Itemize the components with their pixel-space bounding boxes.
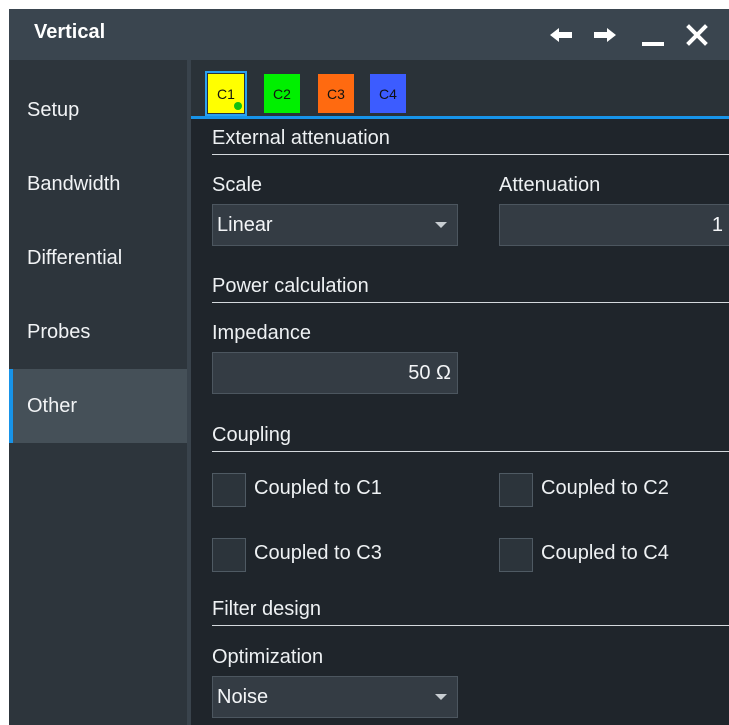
section-filter-design: Filter design — [212, 598, 321, 620]
vertical-dialog: Vertical Setup Bandwidth Differential Pr… — [9, 9, 729, 725]
scale-dropdown[interactable]: Linear — [212, 204, 458, 246]
tab-label: C1 — [217, 85, 235, 102]
sidebar-item-probes[interactable]: Probes — [9, 295, 187, 369]
tab-c3[interactable]: C3 — [318, 74, 354, 113]
attenuation-field[interactable]: 1 — [499, 204, 729, 246]
attenuation-label: Attenuation — [499, 174, 601, 196]
impedance-field[interactable]: 50 Ω — [212, 352, 458, 394]
scale-value: Linear — [217, 213, 273, 236]
impedance-label: Impedance — [212, 322, 311, 344]
coupled-to-c2-label[interactable]: Coupled to C2 — [541, 477, 669, 500]
chevron-down-icon — [435, 222, 447, 228]
impedance-value: 50 Ω — [408, 361, 451, 384]
sidebar-item-bandwidth[interactable]: Bandwidth — [9, 147, 187, 221]
dialog-title: Vertical — [34, 21, 106, 43]
sidebar-item-label: Probes — [27, 320, 91, 343]
tab-label: C3 — [327, 85, 345, 102]
minimize-icon[interactable] — [638, 22, 668, 48]
tab-underline — [191, 116, 729, 119]
optimization-value: Noise — [217, 685, 269, 708]
forward-arrow-icon[interactable] — [590, 22, 620, 48]
section-external-attenuation: External attenuation — [212, 127, 390, 149]
sidebar-item-differential[interactable]: Differential — [9, 221, 187, 295]
coupled-to-c4-checkbox[interactable] — [499, 538, 533, 572]
sidebar-item-label: Differential — [27, 246, 123, 269]
section-divider — [212, 451, 729, 452]
sidebar: Setup Bandwidth Differential Probes Othe… — [9, 60, 187, 725]
tab-c1[interactable]: C1 — [205, 71, 247, 116]
coupled-to-c4-label[interactable]: Coupled to C4 — [541, 542, 669, 565]
optimization-label: Optimization — [212, 646, 324, 668]
section-divider — [212, 625, 729, 626]
sidebar-item-label: Setup — [27, 98, 80, 121]
content-panel: C1 C2 C3 C4 External attenuation Scale A… — [191, 60, 729, 725]
tab-label: C2 — [273, 85, 291, 102]
coupled-to-c1-checkbox[interactable] — [212, 473, 246, 507]
sidebar-item-other[interactable]: Other — [9, 369, 187, 443]
tab-c2[interactable]: C2 — [264, 74, 300, 113]
sidebar-item-setup[interactable]: Setup — [9, 73, 187, 147]
coupled-to-c3-checkbox[interactable] — [212, 538, 246, 572]
section-divider — [212, 302, 729, 303]
section-divider — [212, 154, 729, 155]
section-coupling: Coupling — [212, 424, 291, 446]
back-arrow-icon[interactable] — [546, 22, 576, 48]
optimization-dropdown[interactable]: Noise — [212, 676, 458, 718]
coupled-to-c2-checkbox[interactable] — [499, 473, 533, 507]
coupled-to-c1-label[interactable]: Coupled to C1 — [254, 477, 382, 500]
sidebar-item-label: Other — [27, 394, 78, 417]
sidebar-item-label: Bandwidth — [27, 172, 121, 195]
title-bar: Vertical — [9, 9, 729, 60]
close-icon[interactable] — [682, 22, 712, 48]
coupled-to-c3-label[interactable]: Coupled to C3 — [254, 542, 382, 565]
scale-label: Scale — [212, 174, 263, 196]
section-power-calculation: Power calculation — [212, 275, 369, 297]
tab-label: C4 — [379, 85, 397, 102]
attenuation-value: 1 — [711, 213, 723, 236]
chevron-down-icon — [435, 694, 447, 700]
active-indicator-icon — [234, 102, 242, 110]
tab-c4[interactable]: C4 — [370, 74, 406, 113]
channel-tab-bar: C1 C2 C3 C4 — [191, 60, 729, 116]
